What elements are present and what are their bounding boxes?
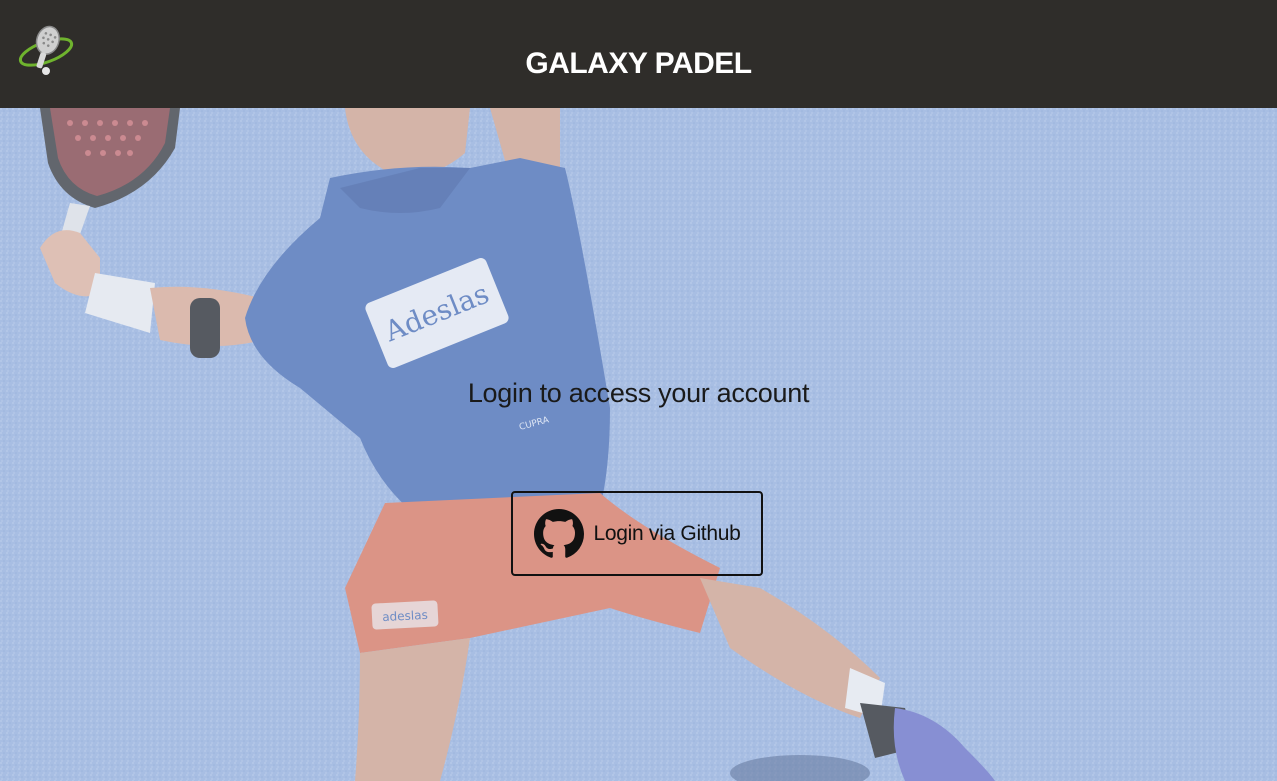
github-icon bbox=[533, 508, 584, 558]
login-prompt: Login to access your account bbox=[467, 378, 810, 408]
brand-title: GALAXY PADEL bbox=[525, 47, 752, 80]
github-login-label: Login via Github bbox=[593, 521, 741, 545]
github-login-button[interactable]: Login via Github bbox=[511, 491, 763, 576]
login-page: Adeslas CUPRA adeslas GALAXY PADEL Login… bbox=[0, 0, 1277, 781]
top-navbar: GALAXY PADEL bbox=[0, 0, 1277, 108]
login-panel: Login to access your account Login via G… bbox=[0, 108, 1277, 781]
